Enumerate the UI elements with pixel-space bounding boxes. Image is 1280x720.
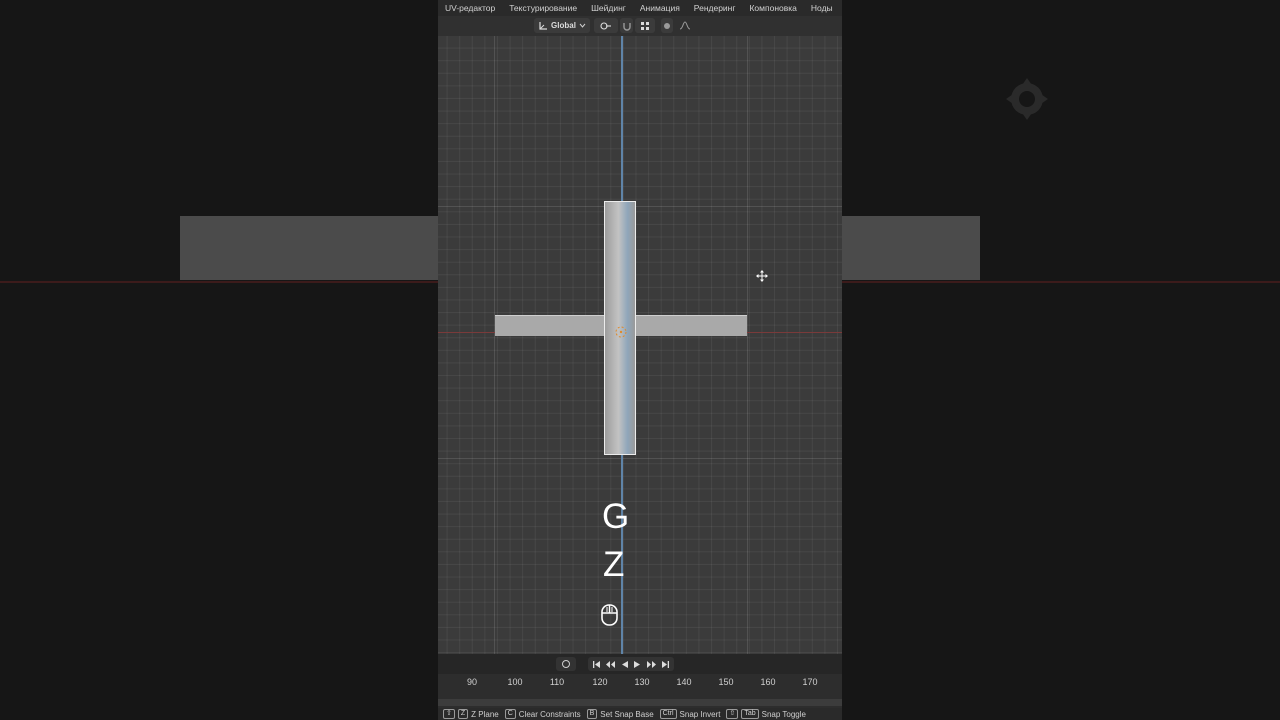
grid-major-line [438, 458, 842, 459]
link-icon [600, 21, 611, 30]
playback-controls [588, 657, 674, 671]
frame-tick: 170 [802, 677, 818, 687]
falloff-dropdown[interactable] [675, 18, 695, 33]
background-navigation-gizmo-icon [1006, 78, 1048, 120]
timeline-track [438, 699, 842, 706]
tab-texture-paint[interactable]: Текстурирование [509, 3, 577, 13]
frame-tick: 160 [760, 677, 776, 687]
frame-tick: 100 [507, 677, 523, 687]
grid-major-line [438, 206, 842, 207]
tab-shading[interactable]: Шейдинг [591, 3, 626, 13]
status-label: Snap Toggle [761, 709, 806, 719]
record-icon [562, 660, 570, 668]
auto-keying-button[interactable] [556, 657, 576, 671]
transform-orientation-dropdown[interactable]: Global [534, 18, 590, 33]
grid-major-line [494, 36, 495, 654]
tab-uv-editor[interactable]: UV-редактор [445, 3, 495, 13]
chevron-down-icon [579, 23, 586, 28]
key-hint: B [586, 709, 598, 719]
status-z-plane: ⇧ Z Z Plane [443, 709, 499, 719]
status-label: Clear Constraints [518, 709, 581, 719]
frame-tick: 110 [549, 677, 565, 687]
status-snap-invert: Ctrl Snap Invert [659, 709, 721, 719]
grid-major-line [747, 36, 748, 654]
key-hint: ⇧ [443, 709, 455, 719]
frame-tick: 90 [466, 677, 477, 687]
proportional-edit-icon [664, 22, 670, 29]
jump-start-icon[interactable] [592, 660, 601, 669]
blender-window: UV-редактор Текстурирование Шейдинг Аним… [438, 0, 842, 720]
status-label: Set Snap Base [600, 709, 654, 719]
object-origin-icon [615, 326, 627, 338]
next-keyframe-icon[interactable] [646, 660, 657, 669]
frame-tick: 130 [634, 677, 650, 687]
status-bar: ⇧ Z Z Plane C Clear Constraints B Set Sn… [438, 708, 842, 720]
key-overlay-g: G [602, 497, 630, 536]
move-cursor-icon [756, 270, 768, 282]
status-label: Snap Invert [679, 709, 721, 719]
frame-tick: 140 [676, 677, 692, 687]
key-overlay-z: Z [603, 545, 625, 584]
key-hint: Tab [741, 709, 759, 719]
snap-target-dropdown[interactable] [635, 18, 655, 33]
3d-viewport[interactable]: G Z [438, 36, 842, 654]
play-icon[interactable] [633, 660, 642, 669]
falloff-icon [679, 21, 691, 30]
pivot-point-dropdown[interactable] [594, 18, 618, 33]
tab-rendering[interactable]: Рендеринг [694, 3, 736, 13]
grid-snap-icon [641, 21, 649, 30]
snap-icon [622, 22, 631, 31]
prev-keyframe-icon[interactable] [605, 660, 616, 669]
status-label: Z Plane [471, 709, 499, 719]
status-snap-toggle: ⇧ Tab Snap Toggle [726, 709, 806, 719]
mouse-icon [601, 604, 618, 626]
key-hint: ⇧ [726, 709, 739, 719]
play-reverse-icon[interactable] [620, 660, 629, 669]
timeline-ruler[interactable]: 90 100 110 120 130 140 150 160 170 [438, 674, 842, 708]
workspace-tabs-bar: UV-редактор Текстурирование Шейдинг Аним… [438, 0, 842, 16]
frame-tick: 150 [718, 677, 734, 687]
status-clear-constraints: C Clear Constraints [504, 709, 581, 719]
jump-end-icon[interactable] [661, 660, 670, 669]
tab-animation[interactable]: Анимация [640, 3, 680, 13]
transform-orientation-label: Global [551, 21, 576, 30]
key-hint: Ctrl [659, 709, 677, 719]
timeline-header [438, 654, 842, 674]
status-set-snap-base: B Set Snap Base [586, 709, 654, 719]
proportional-edit-toggle[interactable] [661, 18, 673, 33]
key-hint: C [504, 709, 516, 719]
orientation-icon [539, 21, 548, 30]
frame-tick: 120 [592, 677, 608, 687]
tab-compositing[interactable]: Компоновка [749, 3, 796, 13]
tab-geometry-nodes[interactable]: Ноды [811, 3, 833, 13]
snap-toggle[interactable] [620, 18, 633, 33]
key-hint: Z [457, 709, 469, 719]
viewport-header: Global [438, 16, 842, 36]
